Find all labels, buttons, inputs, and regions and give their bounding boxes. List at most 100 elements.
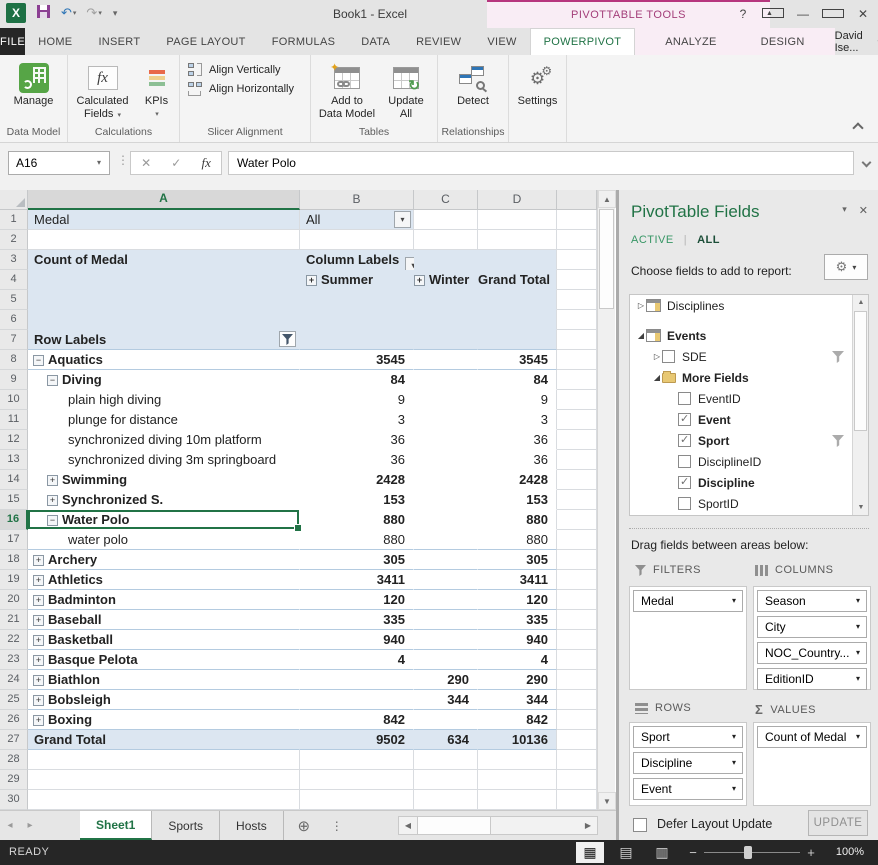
pivot-value-cell[interactable]: 153	[300, 490, 414, 510]
pivot-value-cell[interactable]: 9502	[300, 730, 414, 750]
area-chip-season[interactable]: Season▾	[757, 590, 867, 612]
field-item-disciplineid[interactable]: DisciplineID	[630, 451, 868, 472]
pivot-value-cell[interactable]	[414, 470, 478, 490]
select-all-corner[interactable]	[0, 190, 28, 210]
pivot-filter-value-cell[interactable]: All▾	[300, 210, 414, 230]
cell[interactable]	[557, 570, 597, 590]
cell[interactable]	[300, 310, 414, 330]
sheet-tab-sheet1[interactable]: Sheet1	[80, 811, 152, 840]
tab-page-layout[interactable]: PAGE LAYOUT	[153, 28, 258, 55]
expand-toggle-icon[interactable]: +	[47, 475, 58, 486]
field-item-discipline[interactable]: Discipline	[630, 472, 868, 493]
cell[interactable]	[557, 230, 597, 250]
pivot-row-label-water-polo[interactable]: water polo	[28, 530, 300, 550]
cell[interactable]	[557, 290, 597, 310]
zoom-slider-thumb[interactable]	[744, 846, 752, 859]
pivot-value-cell[interactable]: 634	[414, 730, 478, 750]
collapsed-arrow-icon[interactable]: ▷	[652, 352, 662, 361]
column-header-D[interactable]: D	[478, 190, 557, 210]
pivot-row-label-archery[interactable]: +Archery	[28, 550, 300, 570]
cell[interactable]	[557, 630, 597, 650]
cell[interactable]	[557, 410, 597, 430]
row-header-17[interactable]: 17	[0, 530, 28, 550]
row-header-22[interactable]: 22	[0, 630, 28, 650]
settings-button[interactable]: ⚙⚙ Settings	[509, 59, 566, 108]
field-item-eventid[interactable]: EventID	[630, 388, 868, 409]
scroll-right-icon[interactable]: ▶	[579, 817, 597, 834]
pivot-value-cell[interactable]: 940	[478, 630, 557, 650]
customize-qat-icon[interactable]: ▾	[113, 8, 118, 19]
sheet-tab-options-icon[interactable]: ⋮	[324, 811, 350, 840]
redo-icon[interactable]: ↷▾	[86, 5, 101, 21]
zoom-level[interactable]: 100%	[836, 840, 864, 865]
pivot-value-cell[interactable]: 36	[300, 430, 414, 450]
pivot-row-label-water-polo[interactable]: −Water Polo	[28, 510, 300, 530]
cell[interactable]	[557, 770, 597, 790]
cell[interactable]	[478, 230, 557, 250]
pivot-row-label-biathlon[interactable]: +Biathlon	[28, 670, 300, 690]
pivot-row-label-basque-pelota[interactable]: +Basque Pelota	[28, 650, 300, 670]
pivot-value-cell[interactable]: 940	[300, 630, 414, 650]
cell[interactable]	[557, 310, 597, 330]
detect-button[interactable]: Detect	[444, 59, 502, 108]
scroll-up-icon[interactable]: ▲	[598, 190, 616, 208]
cell[interactable]	[557, 330, 597, 350]
chip-dropdown-icon[interactable]: ▾	[856, 643, 860, 663]
expand-toggle-icon[interactable]: +	[33, 655, 44, 666]
pivot-filter-label-cell[interactable]: Medal	[28, 210, 300, 230]
cell[interactable]	[300, 290, 414, 310]
pivot-value-cell[interactable]	[300, 670, 414, 690]
pivot-row-label-basketball[interactable]: +Basketball	[28, 630, 300, 650]
cell[interactable]	[478, 250, 557, 270]
pivot-value-cell[interactable]: 3411	[300, 570, 414, 590]
row-header-2[interactable]: 2	[0, 230, 28, 250]
horizontal-scrollbar[interactable]: ◀ ▶	[398, 816, 598, 835]
pivot-row-label-swimming[interactable]: +Swimming	[28, 470, 300, 490]
row-labels-filter-icon[interactable]	[279, 331, 296, 347]
pane-close-icon[interactable]: ✕	[859, 204, 868, 217]
chip-dropdown-icon[interactable]: ▾	[856, 727, 860, 747]
add-to-data-model-button[interactable]: ✦ Add to Data Model	[316, 59, 378, 121]
pivot-value-cell[interactable]	[414, 570, 478, 590]
area-chip-medal[interactable]: Medal▾	[633, 590, 743, 612]
row-header-21[interactable]: 21	[0, 610, 28, 630]
pivot-value-cell[interactable]	[414, 530, 478, 550]
cell[interactable]	[300, 750, 414, 770]
pivot-value-cell[interactable]: 305	[300, 550, 414, 570]
expand-toggle-icon[interactable]: +	[33, 595, 44, 606]
cell[interactable]	[557, 690, 597, 710]
pivot-value-cell[interactable]: 84	[478, 370, 557, 390]
expand-toggle-icon[interactable]: +	[33, 555, 44, 566]
collapse-toggle-icon[interactable]: −	[47, 515, 58, 526]
formula-input[interactable]: Water Polo	[228, 151, 854, 175]
save-icon[interactable]	[36, 4, 51, 22]
expand-toggle-icon[interactable]: +	[33, 635, 44, 646]
enter-icon[interactable]: ✓	[171, 156, 181, 170]
field-checkbox[interactable]	[678, 434, 691, 447]
chip-dropdown-icon[interactable]: ▾	[732, 779, 736, 799]
sheet-tab-hosts[interactable]: Hosts	[220, 811, 284, 840]
expand-toggle-icon[interactable]: +	[414, 275, 425, 286]
cell[interactable]	[28, 230, 300, 250]
cell[interactable]	[557, 670, 597, 690]
pivot-row-label-boxing[interactable]: +Boxing	[28, 710, 300, 730]
cancel-icon[interactable]: ✕	[141, 156, 151, 170]
pivot-value-cell[interactable]	[414, 390, 478, 410]
pivot-value-cell[interactable]: 335	[478, 610, 557, 630]
pivot-row-label-baseball[interactable]: +Baseball	[28, 610, 300, 630]
defer-layout-checkbox[interactable]	[633, 818, 647, 832]
cell[interactable]	[28, 310, 300, 330]
pivot-value-cell[interactable]: 120	[478, 590, 557, 610]
row-header-30[interactable]: 30	[0, 790, 28, 810]
cell[interactable]	[28, 750, 300, 770]
cell[interactable]	[28, 770, 300, 790]
pivot-value-cell[interactable]: 842	[478, 710, 557, 730]
cell[interactable]	[414, 210, 478, 230]
columns-area-box[interactable]: Season▾City▾NOC_Country...▾EditionID▾	[753, 586, 871, 690]
expand-toggle-icon[interactable]: +	[33, 675, 44, 686]
kpis-button[interactable]: KPIs ▾	[137, 59, 177, 121]
chip-dropdown-icon[interactable]: ▾	[732, 727, 736, 747]
pivot-value-cell[interactable]	[414, 490, 478, 510]
row-header-14[interactable]: 14	[0, 470, 28, 490]
pivot-value-cell[interactable]	[414, 430, 478, 450]
